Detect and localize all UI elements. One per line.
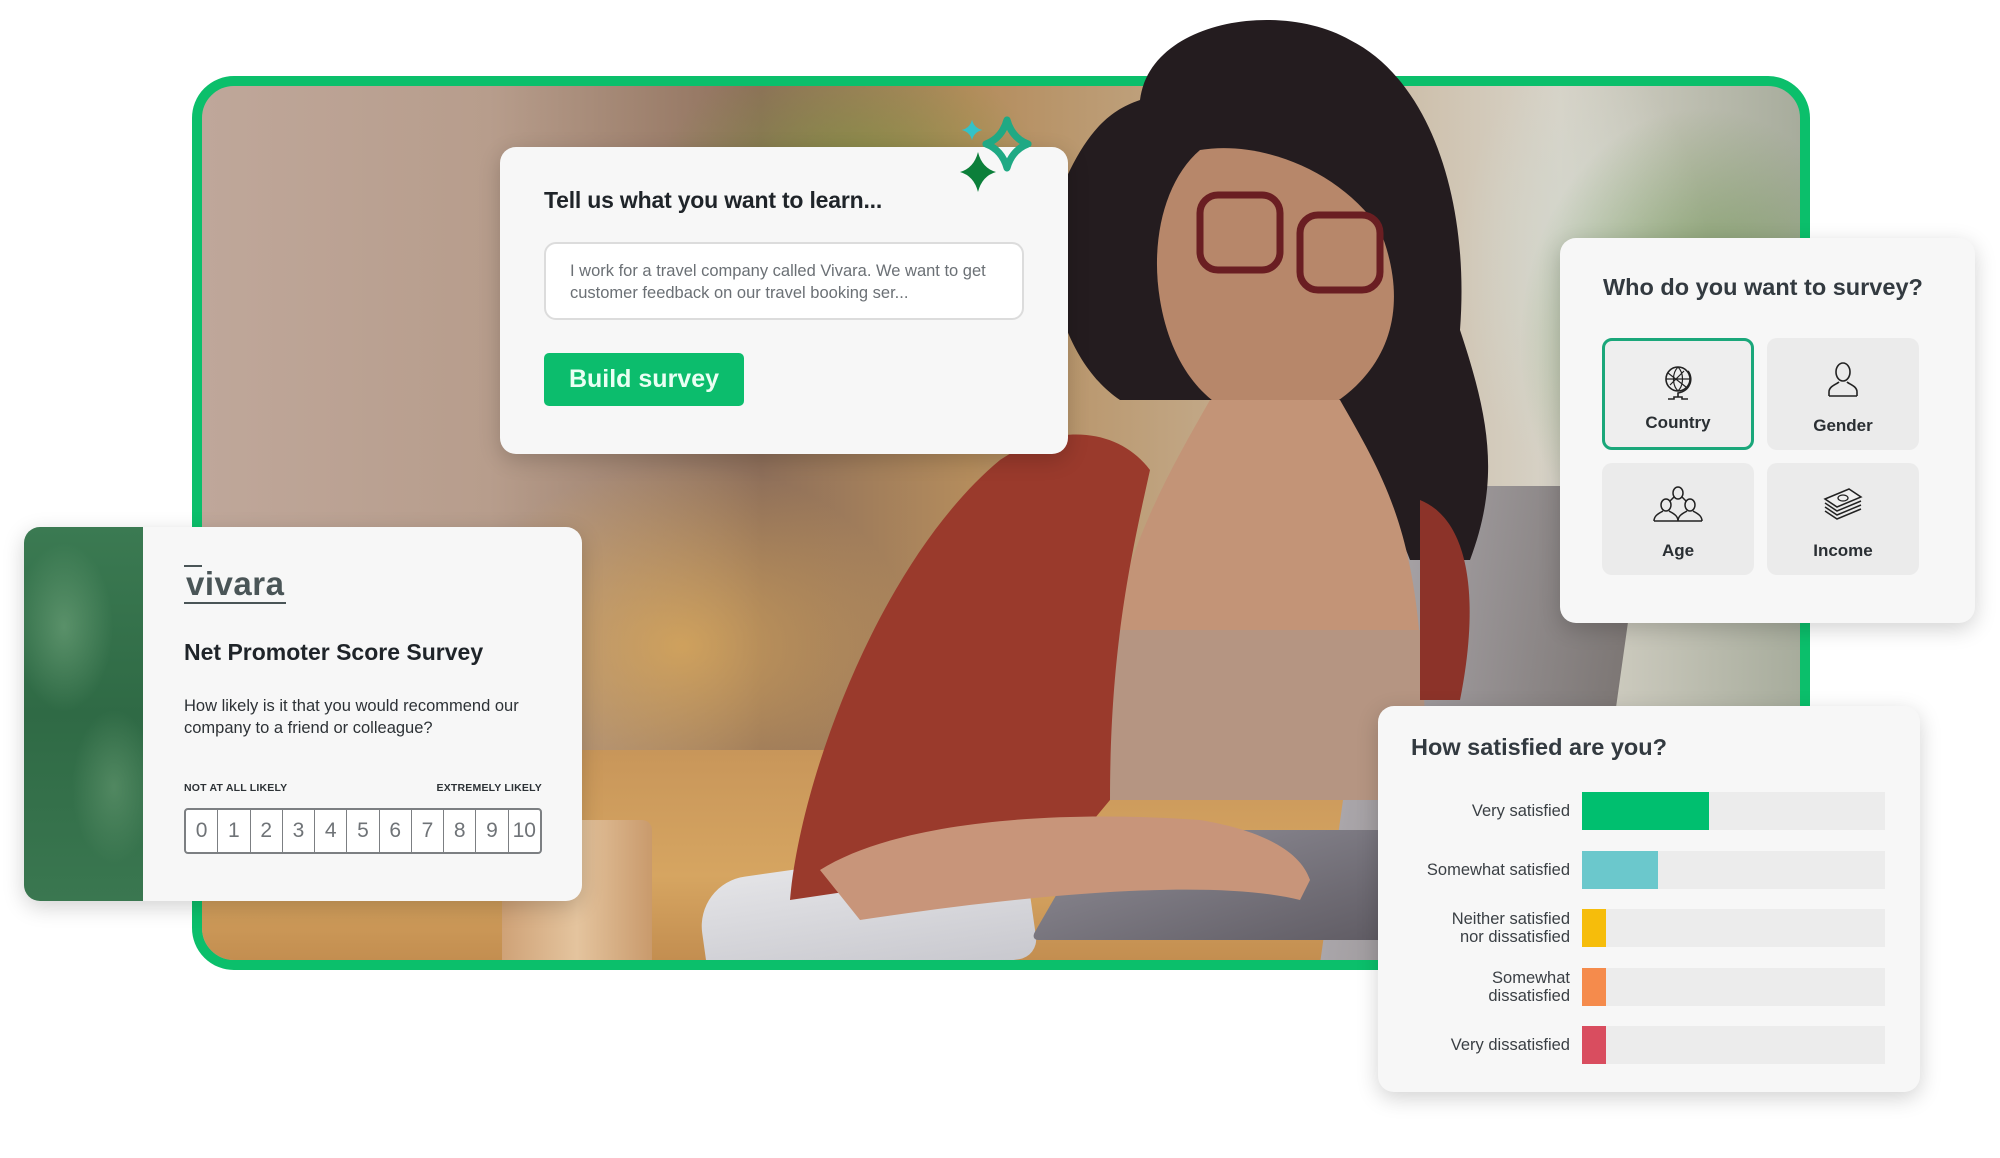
audience-option-gender[interactable]: Gender <box>1767 338 1919 450</box>
satisfaction-label: Somewhat dissatisfied <box>1488 969 1570 1005</box>
scale-low-label: NOT AT ALL LIKELY <box>184 782 288 794</box>
nps-option[interactable]: 2 <box>249 810 282 852</box>
group-icon <box>1653 486 1703 522</box>
satisfaction-label: Somewhat satisfied <box>1426 861 1570 879</box>
nps-option[interactable]: 5 <box>346 810 378 852</box>
audience-option-age[interactable]: Age <box>1602 463 1754 575</box>
nps-question: How likely is it that you would recommen… <box>184 697 519 737</box>
satisfaction-bar <box>1582 792 1710 830</box>
satisfaction-title: How satisfied are you? <box>1411 734 1667 760</box>
audience-option-country[interactable]: Country <box>1602 338 1754 450</box>
audience-option-label: Country <box>1645 413 1711 432</box>
audience-card: Who do you want to survey? Country Gende… <box>1560 238 1975 623</box>
audience-option-label: Income <box>1813 541 1873 560</box>
nps-option[interactable]: 1 <box>217 810 249 852</box>
audience-card-title: Who do you want to survey? <box>1603 274 1923 300</box>
satisfaction-row: Somewhat dissatisfied <box>1378 968 1920 1006</box>
satisfaction-bar <box>1582 1026 1607 1064</box>
globe-icon <box>1665 366 1692 400</box>
audience-option-income[interactable]: Income <box>1767 463 1919 575</box>
audience-option-label: Age <box>1661 541 1695 560</box>
learn-card-title: Tell us what you want to learn... <box>544 187 883 213</box>
satisfaction-row: Very dissatisfied <box>1378 1026 1920 1064</box>
learn-prompt-input[interactable]: I work for a travel company called Vivar… <box>544 242 1024 320</box>
satisfaction-track <box>1582 909 1885 947</box>
nps-option[interactable]: 0 <box>186 810 217 852</box>
satisfaction-label: Very satisfied <box>1471 802 1570 820</box>
satisfaction-track <box>1582 851 1885 889</box>
build-survey-button[interactable]: Build survey <box>544 353 744 406</box>
satisfaction-bar <box>1582 968 1607 1006</box>
money-icon <box>1823 488 1863 520</box>
person-icon <box>1828 362 1858 397</box>
vivara-logo: vivara <box>184 565 287 604</box>
leaf-pattern-panel <box>24 527 143 901</box>
nps-option[interactable]: 10 <box>507 810 540 852</box>
nps-option[interactable]: 6 <box>378 810 411 852</box>
satisfaction-bar <box>1582 909 1607 947</box>
nps-option[interactable]: 3 <box>281 810 314 852</box>
satisfaction-row: Somewhat satisfied <box>1378 851 1920 889</box>
nps-option[interactable]: 9 <box>475 810 507 852</box>
satisfaction-track <box>1582 968 1885 1006</box>
scale-high-label: EXTREMELY LIKELY <box>436 782 542 794</box>
nps-option[interactable]: 4 <box>314 810 346 852</box>
satisfaction-row: Neither satisfied nor dissatisfied <box>1378 909 1920 947</box>
satisfaction-track <box>1582 792 1885 830</box>
nps-survey-card: vivara Net Promoter Score Survey How lik… <box>24 527 582 901</box>
sparkles-overlay-icon <box>960 116 1032 192</box>
satisfaction-card: How satisfied are you? Very satisfied So… <box>1378 706 1920 1092</box>
nps-option[interactable]: 8 <box>443 810 475 852</box>
satisfaction-label: Very dissatisfied <box>1450 1036 1570 1054</box>
satisfaction-label: Neither satisfied nor dissatisfied <box>1451 910 1570 946</box>
satisfaction-track <box>1582 1026 1885 1064</box>
satisfaction-bar <box>1582 851 1658 889</box>
nps-scale: 0 1 2 3 4 5 6 7 8 9 10 <box>184 808 542 854</box>
nps-title: Net Promoter Score Survey <box>184 639 484 665</box>
nps-option[interactable]: 7 <box>410 810 443 852</box>
satisfaction-row: Very satisfied <box>1378 792 1920 830</box>
audience-option-label: Gender <box>1813 416 1873 435</box>
